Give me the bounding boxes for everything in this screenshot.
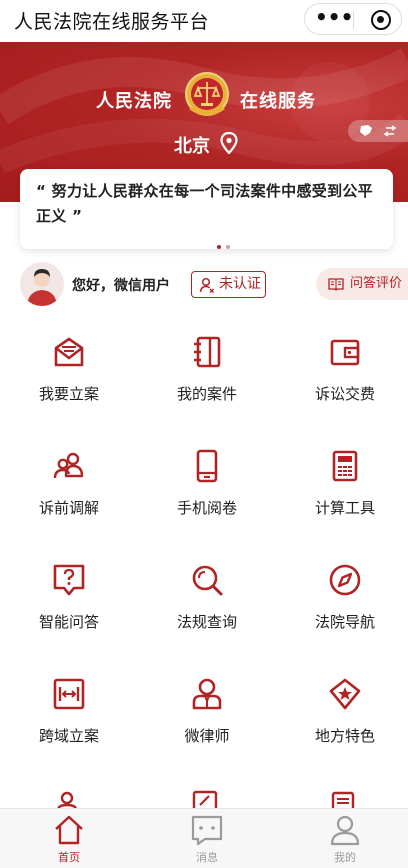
service-litigation-fee[interactable]: 诉讼交费 (285, 335, 405, 404)
more-menu-button[interactable]: ••• (315, 7, 353, 31)
user-avatar-icon (27, 269, 57, 306)
service-label: 我的案件 (176, 385, 237, 403)
service-calculator[interactable]: 计算工具 (285, 449, 405, 518)
tab-messages[interactable]: 消息 (157, 813, 257, 865)
service-label: 微律师 (184, 727, 230, 745)
user-verify-icon (199, 277, 214, 293)
service-label: 诉前调解 (38, 499, 99, 517)
message-icon (191, 815, 223, 846)
wallet-icon (330, 339, 360, 366)
motto-card[interactable]: “ 努力让人民群众在每一个司法案件中感受到公平正义 ” (20, 169, 393, 249)
person-icon[interactable] (52, 790, 82, 810)
bottom-tab-bar: 首页 消息 我的 (0, 808, 408, 868)
compass-icon (329, 564, 361, 596)
tab-label: 我的 (334, 851, 356, 864)
service-label: 手机阅卷 (176, 499, 237, 517)
carousel-dot (226, 245, 230, 249)
app-title: 人民法院在线服务平台 (14, 11, 210, 33)
close-mini-program-button[interactable] (371, 10, 391, 30)
city-selector[interactable]: 北京 (174, 132, 238, 157)
map-switch-icon (360, 125, 397, 137)
avatar[interactable] (20, 262, 64, 306)
profile-icon (330, 815, 360, 846)
qa-review-button[interactable]: 问答评价 (316, 268, 408, 300)
region-switch-button[interactable] (348, 120, 408, 142)
home-icon (55, 815, 83, 845)
service-smart-qa[interactable]: 智能问答 (9, 563, 129, 632)
star-shield-icon (329, 678, 361, 710)
service-label: 法院导航 (314, 613, 375, 631)
tab-label: 消息 (196, 851, 218, 864)
phone-icon (196, 449, 218, 483)
book-icon (328, 278, 344, 291)
lawyer-icon (192, 678, 222, 710)
court-emblem-icon (185, 72, 229, 116)
service-file-case[interactable]: 我要立案 (9, 335, 129, 404)
service-pre-mediation[interactable]: 诉前调解 (9, 449, 129, 518)
people-icon (53, 452, 84, 479)
mini-program-capsule: ••• (304, 3, 402, 35)
document-stack-icon[interactable] (328, 790, 358, 810)
user-greeting: 您好，微信用户 (72, 278, 170, 294)
service-mobile-reading[interactable]: 手机阅卷 (147, 449, 267, 518)
banner-title-left: 人民法院 (96, 91, 172, 112)
calculator-icon (332, 450, 358, 482)
location-pin-icon (220, 132, 238, 154)
service-court-navigation[interactable]: 法院导航 (285, 563, 405, 632)
service-label: 我要立案 (38, 385, 99, 403)
question-icon (53, 564, 85, 596)
notebook-icon (194, 336, 221, 368)
service-micro-lawyer[interactable]: 微律师 (147, 677, 267, 746)
service-label: 地方特色 (314, 727, 375, 745)
service-label: 诉讼交费 (314, 385, 375, 403)
capsule-divider (353, 11, 354, 29)
tab-home[interactable]: 首页 (19, 813, 119, 865)
service-label: 计算工具 (314, 499, 375, 517)
tab-label: 首页 (58, 851, 80, 864)
envelope-icon (54, 337, 84, 367)
search-icon (192, 565, 223, 596)
service-label: 智能问答 (38, 613, 99, 631)
cross-region-icon (53, 678, 85, 710)
edit-document-icon[interactable] (190, 790, 220, 810)
service-cross-region-filing[interactable]: 跨域立案 (9, 677, 129, 746)
banner-title-right: 在线服务 (240, 91, 316, 112)
service-local-features[interactable]: 地方特色 (285, 677, 405, 746)
service-regulation-search[interactable]: 法规查询 (147, 563, 267, 632)
motto-text: “ 努力让人民群众在每一个司法案件中感受到公平正义 ” (36, 182, 373, 225)
service-my-cases[interactable]: 我的案件 (147, 335, 267, 404)
tab-profile[interactable]: 我的 (295, 813, 395, 865)
nav-bar: 人民法院在线服务平台 ••• (0, 0, 408, 42)
verify-status-label: 未认证 (219, 276, 261, 292)
service-label: 跨域立案 (38, 727, 99, 745)
verify-status-button[interactable]: 未认证 (191, 271, 266, 298)
service-label: 法规查询 (176, 613, 237, 631)
city-name: 北京 (174, 136, 210, 157)
carousel-dot-active (217, 245, 221, 249)
carousel-indicator (217, 234, 235, 253)
qa-review-label: 问答评价 (350, 276, 403, 291)
